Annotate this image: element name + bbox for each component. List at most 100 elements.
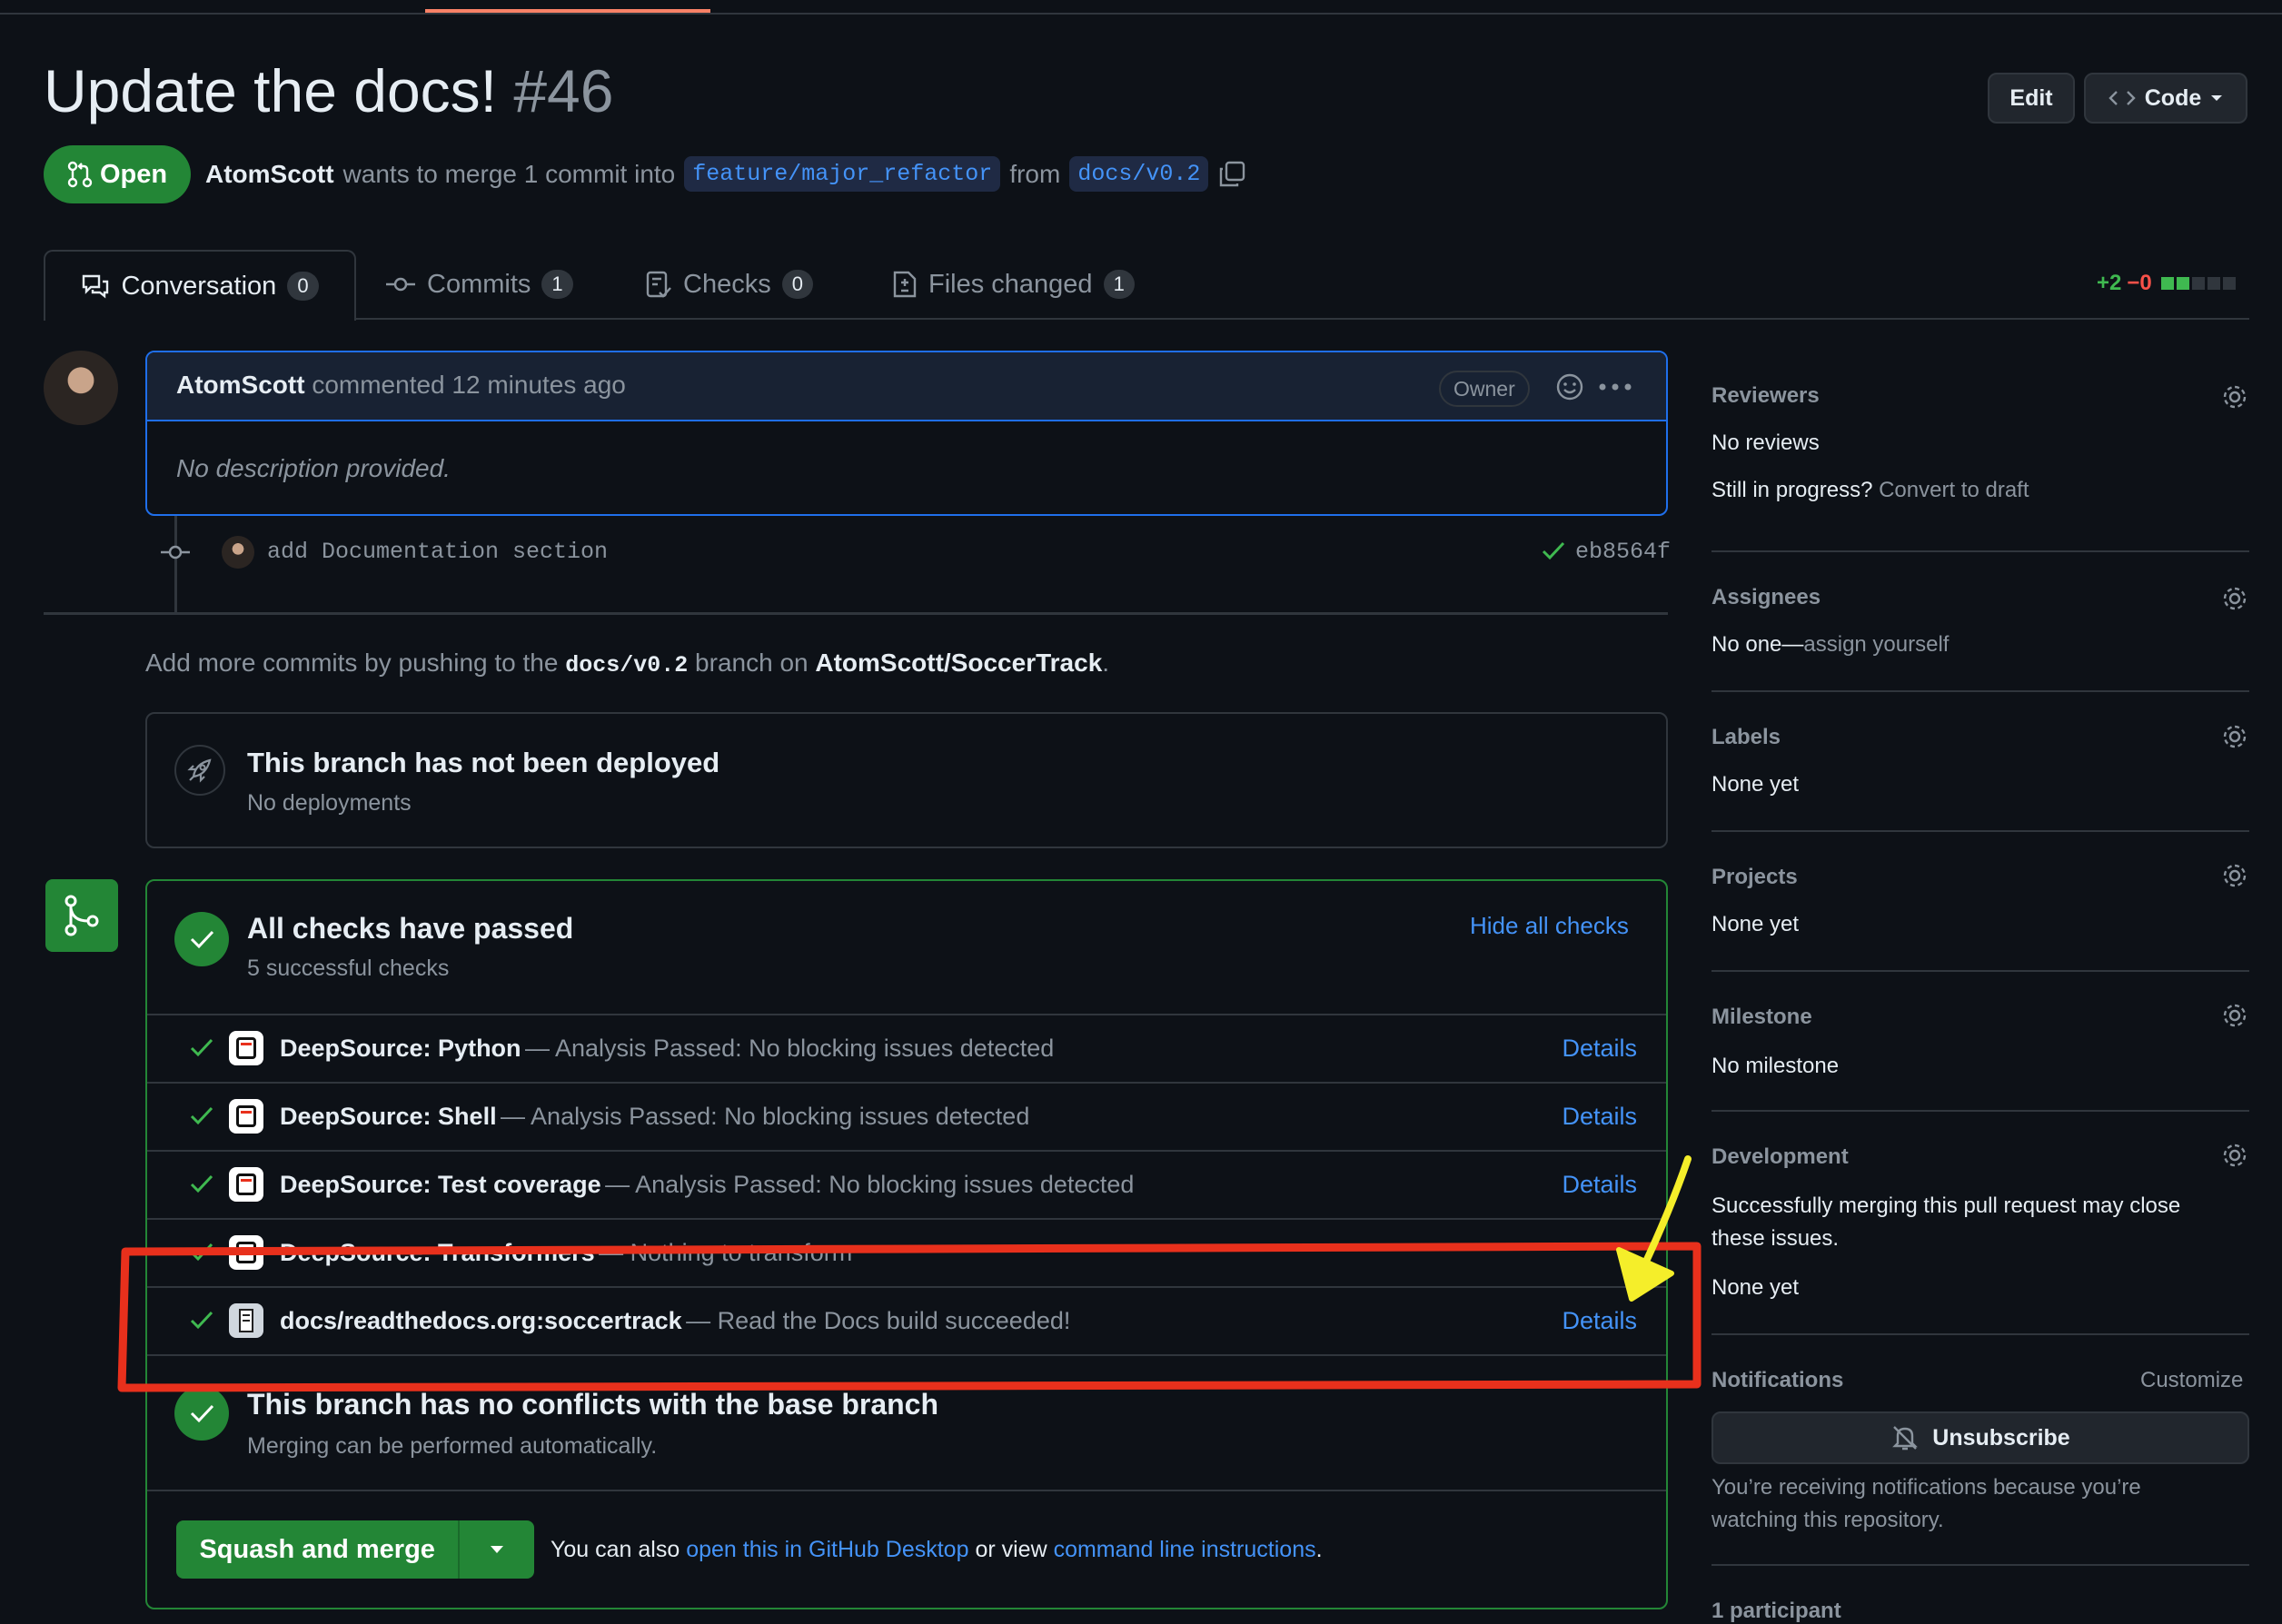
check-row: DeepSource: Transformers — Nothing to tr…: [147, 1218, 1666, 1285]
conflicts-subtitle: Merging can be performed automatically.: [247, 1433, 658, 1459]
tab-conversation[interactable]: Conversation 0: [44, 250, 356, 321]
unsubscribe-button[interactable]: Unsubscribe: [1712, 1411, 2249, 1464]
squash-and-merge-button[interactable]: Squash and merge: [176, 1520, 458, 1579]
merge-divider: [147, 1490, 1666, 1491]
code-icon: [2108, 91, 2136, 105]
kebab-horizontal-icon[interactable]: [1599, 383, 1632, 391]
smiley-icon[interactable]: [1555, 372, 1584, 401]
code-button[interactable]: Code: [2084, 73, 2247, 124]
tab-checks-label: Checks: [683, 269, 771, 299]
projects-heading[interactable]: Projects: [1712, 865, 1798, 890]
check-icon: [190, 1038, 213, 1057]
check-row: DeepSource: Shell — Analysis Passed: No …: [147, 1082, 1666, 1149]
copy-icon[interactable]: [1217, 160, 1246, 189]
sidebar-divider: [1712, 1110, 2249, 1112]
owner-badge: Owner: [1439, 371, 1530, 407]
sidebar-divider: [1712, 1333, 2249, 1335]
deepsource-logo-icon: [229, 1235, 263, 1270]
pr-number: #46: [513, 57, 614, 124]
pr-author-link[interactable]: AtomScott: [205, 160, 334, 189]
hide-all-checks-link[interactable]: Hide all checks: [1470, 912, 1629, 940]
gear-icon[interactable]: [2220, 722, 2249, 751]
check-name: DeepSource: Python: [280, 1034, 521, 1062]
push-hint-repo-link[interactable]: AtomScott/SoccerTrack: [815, 649, 1102, 677]
merge-alt-suffix: .: [1315, 1537, 1323, 1562]
edit-button[interactable]: Edit: [1988, 73, 2075, 124]
header-divider: [0, 13, 2282, 15]
comment-author[interactable]: AtomScott: [176, 371, 305, 399]
checks-title: All checks have passed: [247, 912, 574, 945]
comment-discussion-icon: [83, 274, 109, 299]
base-branch[interactable]: feature/major_refactor: [684, 156, 1001, 192]
bell-slash-icon: [1892, 1426, 1919, 1451]
tab-checks-count: 0: [781, 270, 813, 299]
push-hint-middle: branch on: [695, 649, 809, 677]
sidebar-divider: [1712, 830, 2249, 832]
development-heading[interactable]: Development: [1712, 1144, 1849, 1170]
merge-alt-prefix: You can also: [551, 1537, 680, 1562]
customize-link[interactable]: Customize: [2140, 1368, 2243, 1393]
push-hint-suffix: .: [1102, 649, 1110, 677]
pr-meta: AtomScott wants to merge 1 commit into f…: [205, 156, 1246, 192]
assignees-heading[interactable]: Assignees: [1712, 585, 1821, 610]
git-commit-icon: [161, 545, 190, 559]
check-name: DeepSource: Shell: [280, 1102, 497, 1130]
checks-subtitle: 5 successful checks: [247, 956, 450, 981]
comment-body: No description provided.: [176, 454, 451, 482]
command-line-link[interactable]: command line instructions: [1054, 1537, 1316, 1562]
notifications-heading: Notifications: [1712, 1368, 1844, 1392]
merge-method-dropdown[interactable]: [458, 1520, 534, 1579]
rocket-icon: [174, 745, 225, 796]
gear-icon[interactable]: [2220, 861, 2249, 890]
convert-to-draft-link[interactable]: Convert to draft: [1879, 478, 2029, 502]
assignees-value-prefix: No one—: [1712, 632, 1804, 657]
check-details-link[interactable]: Details: [1562, 1103, 1637, 1131]
reviewers-hint-prefix: Still in progress?: [1712, 478, 1873, 502]
check-details-link[interactable]: Details: [1562, 1171, 1637, 1199]
push-hint: Add more commits by pushing to the docs/…: [145, 649, 1109, 678]
assign-yourself-link[interactable]: assign yourself: [1803, 632, 1949, 657]
check-details-link[interactable]: Details: [1562, 1307, 1637, 1335]
sidebar-divider: [1712, 690, 2249, 692]
comment-header: AtomScott commented 12 minutes ago Owner: [147, 352, 1666, 421]
tab-files-changed[interactable]: Files changed 1: [892, 250, 1135, 319]
timeline-divider: [44, 612, 1668, 615]
head-branch[interactable]: docs/v0.2: [1069, 156, 1209, 192]
gear-icon[interactable]: [2220, 382, 2249, 411]
deployment-subtitle: No deployments: [247, 790, 412, 816]
labels-heading[interactable]: Labels: [1712, 725, 1781, 750]
squash-and-merge-label: Squash and merge: [199, 1534, 435, 1564]
github-desktop-link[interactable]: open this in GitHub Desktop: [686, 1537, 968, 1562]
diffstat-blocks: [2160, 277, 2236, 290]
owner-badge-label: Owner: [1454, 376, 1515, 401]
check-icon[interactable]: [1541, 540, 1566, 563]
comment-action[interactable]: commented 12 minutes ago: [312, 371, 626, 399]
development-text: Successfully merging this pull request m…: [1712, 1193, 2181, 1251]
commit-sha[interactable]: eb8564f: [1575, 539, 1671, 565]
check-description: — Analysis Passed: No blocking issues de…: [501, 1102, 1030, 1130]
gear-icon[interactable]: [2220, 584, 2249, 613]
milestone-heading[interactable]: Milestone: [1712, 1005, 1812, 1030]
check-icon: [190, 1106, 213, 1125]
deepsource-logo-icon: [229, 1167, 263, 1202]
check-name: DeepSource: Transformers: [280, 1238, 595, 1266]
check-name: docs/readthedocs.org:soccertrack: [280, 1306, 682, 1334]
reviewers-heading[interactable]: Reviewers: [1712, 383, 1820, 409]
checks-passed-icon: [174, 912, 229, 966]
deepsource-logo-icon: [229, 1099, 263, 1134]
commit-message[interactable]: add Documentation section: [267, 539, 608, 565]
tab-commits-count: 1: [541, 270, 573, 299]
merge-alternatives: You can also open this in GitHub Desktop…: [551, 1537, 1323, 1563]
gear-icon[interactable]: [2220, 1001, 2249, 1030]
tab-commits[interactable]: Commits 1: [385, 250, 573, 319]
commit-author-avatar[interactable]: [222, 536, 254, 569]
readthedocs-logo-icon: [229, 1303, 263, 1338]
tabs-divider: [44, 318, 2249, 320]
check-details-link[interactable]: Details: [1562, 1035, 1637, 1063]
gear-icon[interactable]: [2220, 1141, 2249, 1170]
file-diff-icon: [893, 271, 917, 298]
avatar[interactable]: [44, 351, 118, 425]
tab-checks[interactable]: Checks 0: [645, 250, 813, 319]
pr-from-text: from: [1009, 159, 1061, 188]
edit-button-label: Edit: [2009, 84, 2053, 111]
